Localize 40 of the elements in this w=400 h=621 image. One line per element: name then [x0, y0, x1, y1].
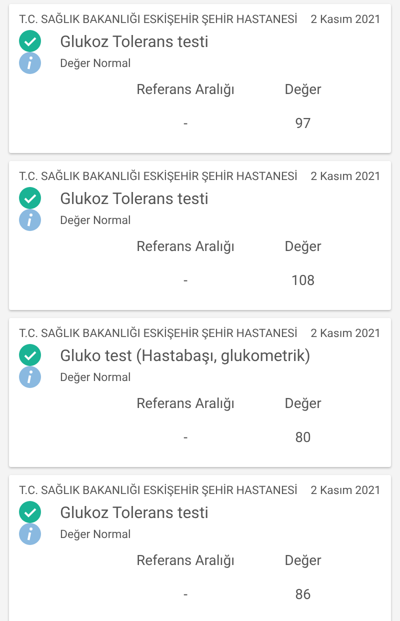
table-cell-text: - — [182, 430, 188, 446]
result-date: 2 Kasım 2021 — [310, 169, 381, 183]
hospital-name: T.C. SAĞLIK BAKANLIĞI ESKİŞEHİR ŞEHİR HASTANESİ — [19, 169, 298, 183]
check-icon — [19, 30, 41, 52]
result-date: 2 Kasım 2021 — [310, 12, 381, 26]
column-header: Değer — [284, 396, 322, 412]
column-header: Değer — [284, 239, 322, 255]
column-header: Referans Aralığı — [135, 82, 236, 98]
column-header: Değer — [284, 82, 322, 98]
check-icon — [19, 187, 41, 209]
info-icon — [19, 52, 41, 74]
hospital-name: T.C. SAĞLIK BAKANLIĞI ESKİŞEHİR ŞEHİR HASTANESİ — [19, 326, 298, 340]
table-cell-text: 108 — [290, 273, 316, 289]
table-cell-text: - — [182, 587, 188, 603]
test-name: Gluko test (Hastabaşı, glukometrik) — [60, 346, 310, 364]
test-name: Glukoz Tolerans testi — [60, 32, 209, 50]
check-icon — [19, 344, 41, 366]
info-icon — [19, 523, 41, 545]
column-header: Referans Aralığı — [135, 396, 236, 412]
table-cell-text: 80 — [294, 430, 312, 446]
check-icon — [19, 501, 41, 523]
test-name: Glukoz Tolerans testi — [60, 502, 209, 522]
table-cell-text: - — [182, 273, 188, 289]
hospital-name: T.C. SAĞLIK BAKANLIĞI ESKİŞEHİR ŞEHİR HASTANESİ — [19, 12, 298, 26]
table-cell-text: 86 — [294, 587, 312, 603]
result-date: 2 Kasım 2021 — [310, 483, 381, 497]
table-cell-text: 97 — [294, 116, 312, 132]
column-header: Değer — [284, 553, 322, 569]
hospital-name: T.C. SAĞLIK BAKANLIĞI ESKİŞEHİR ŞEHİR HASTANESİ — [19, 483, 298, 497]
test-name: Glukoz Tolerans testi — [60, 188, 209, 208]
status-text: Değer Normal — [60, 370, 131, 384]
info-icon — [19, 366, 41, 388]
status-text: Değer Normal — [60, 213, 131, 227]
status-text: Değer Normal — [60, 56, 131, 70]
table-cell-text: - — [182, 116, 188, 132]
info-icon — [19, 209, 41, 231]
result-date: 2 Kasım 2021 — [310, 326, 381, 340]
status-text: Değer Normal — [60, 527, 131, 541]
column-header: Referans Aralığı — [135, 553, 236, 569]
column-header: Referans Aralığı — [135, 239, 236, 255]
